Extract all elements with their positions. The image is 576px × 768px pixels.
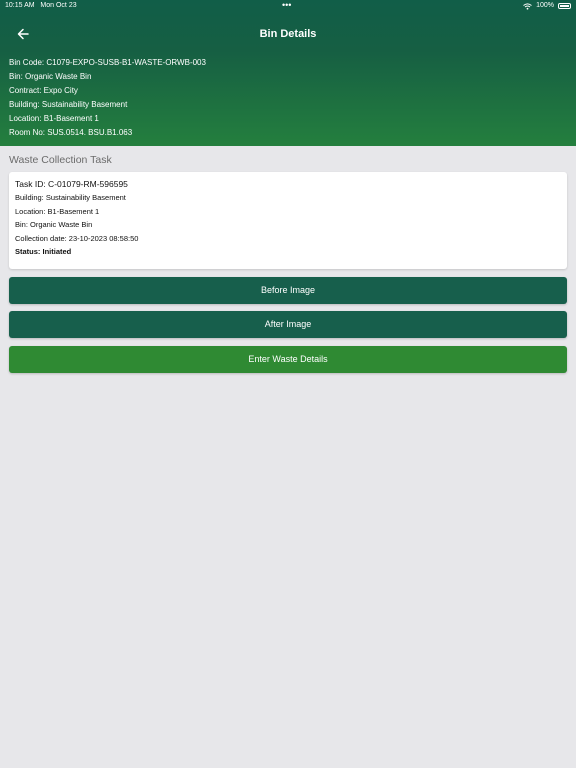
task-id: Task ID: C-01079-RM-596595 <box>15 179 128 189</box>
task-building: Building: Sustainability Basement <box>15 193 126 202</box>
status-time: 10:15 AM Mon Oct 23 <box>5 0 77 12</box>
bin-info: Bin Code: C1079-EXPO-SUSB-B1-WASTE-ORWB-… <box>9 56 206 140</box>
wifi-icon <box>523 2 532 10</box>
battery-icon <box>558 3 571 9</box>
location: Location: B1-Basement 1 <box>9 114 99 123</box>
enter-waste-details-button[interactable]: Enter Waste Details <box>9 346 567 373</box>
task-location: Location: B1-Basement 1 <box>15 206 100 216</box>
bin-code: Bin Code: C1079-EXPO-SUSB-B1-WASTE-ORWB-… <box>9 58 206 67</box>
task-bin: Bin: Organic Waste Bin <box>15 220 93 229</box>
contract: Contract: Expo City <box>9 86 78 95</box>
battery-percent: 100% <box>536 2 554 9</box>
status-bar: 10:15 AM Mon Oct 23 ••• 100% <box>0 0 576 12</box>
task-collection-date: Collection date: 23-10-2023 08:58:50 <box>15 233 139 243</box>
status-time-text: 10:15 AM <box>5 2 35 9</box>
app-header: 10:15 AM Mon Oct 23 ••• 100% Bin Details… <box>0 0 576 146</box>
room-no: Room No: SUS.0514. BSU.B1.063 <box>9 128 133 137</box>
multitasking-dots[interactable]: ••• <box>282 0 291 10</box>
task-card[interactable]: Task ID: C-01079-RM-596595 Building: Sus… <box>9 172 567 269</box>
section-title: Waste Collection Task <box>9 154 112 166</box>
before-image-button[interactable]: Before Image <box>9 277 567 304</box>
building: Building: Sustainability Basement <box>9 100 128 109</box>
page-title: Bin Details <box>259 28 317 40</box>
bin-type: Bin: Organic Waste Bin <box>9 72 92 81</box>
task-status: Status: Initiated <box>15 247 72 256</box>
status-right: 100% <box>523 0 571 12</box>
after-image-button[interactable]: After Image <box>9 311 567 338</box>
status-date-text: Mon Oct 23 <box>40 2 77 9</box>
